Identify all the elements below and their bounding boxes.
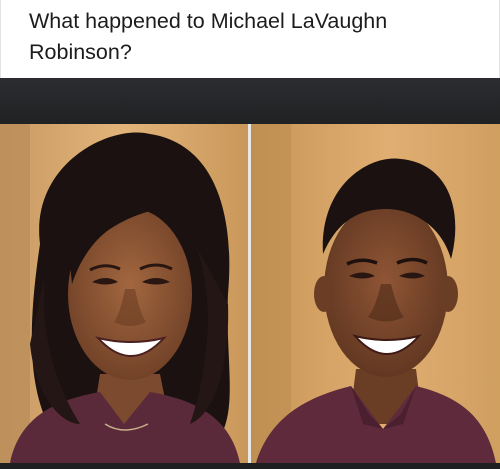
right-photo-illustration [251, 124, 500, 463]
right-photo [251, 124, 500, 463]
left-photo-illustration [0, 124, 248, 463]
left-photo [0, 124, 248, 463]
caption-area: What happened to Michael LaVaughn Robins… [0, 0, 500, 78]
bottom-dark-band [0, 463, 500, 469]
meme-post: What happened to Michael LaVaughn Robins… [0, 0, 500, 469]
post-caption: What happened to Michael LaVaughn Robins… [29, 9, 388, 64]
header-dark-band [0, 78, 500, 124]
